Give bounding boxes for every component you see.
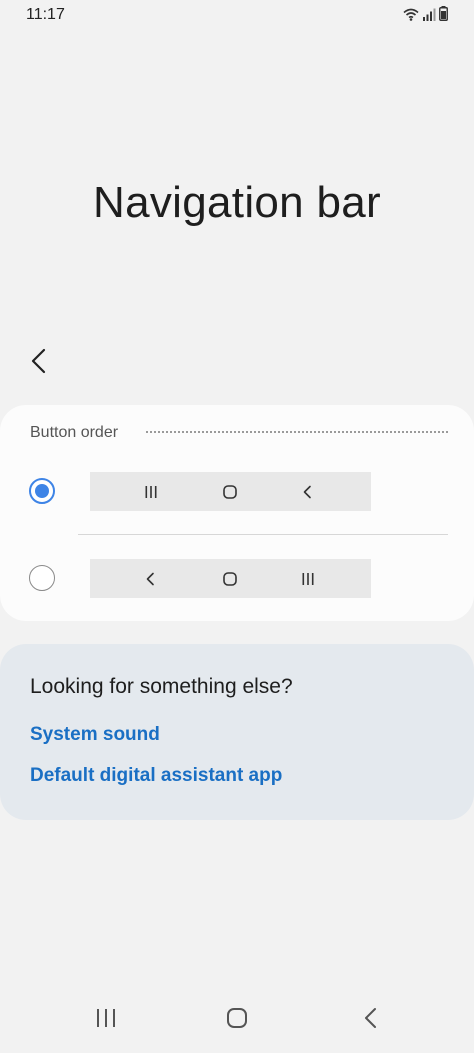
- wifi-icon: [403, 8, 419, 21]
- back-icon: [365, 1008, 376, 1028]
- button-order-card: Button order: [0, 405, 474, 621]
- system-nav-bar: [0, 993, 474, 1053]
- home-button[interactable]: [222, 1003, 252, 1033]
- back-nav-button[interactable]: [356, 1003, 386, 1033]
- status-time: 11:17: [26, 6, 65, 23]
- back-icon: [303, 485, 311, 499]
- battery-icon: [439, 6, 448, 21]
- section-divider: [146, 431, 448, 433]
- chevron-left-icon: [31, 348, 46, 374]
- signal-icon: [423, 8, 436, 21]
- radio-option-2[interactable]: [29, 565, 55, 591]
- home-icon: [223, 485, 237, 499]
- recents-icon: [145, 486, 157, 498]
- radio-selected-dot: [35, 484, 49, 498]
- button-order-preview-1[interactable]: [90, 472, 371, 511]
- radio-option-1[interactable]: [29, 478, 55, 504]
- suggestions-title: Looking for something else?: [30, 675, 293, 698]
- status-icons: [403, 6, 448, 21]
- recents-icon: [302, 573, 314, 585]
- back-icon: [146, 572, 154, 586]
- home-icon: [227, 1008, 247, 1028]
- system-sound-link[interactable]: System sound: [30, 724, 160, 746]
- screen: 11:17 Navigation bar Button order Lookin…: [0, 0, 474, 1053]
- home-icon: [223, 572, 237, 586]
- section-label: Button order: [30, 424, 119, 441]
- button-order-preview-2[interactable]: [90, 559, 371, 598]
- option-divider: [78, 534, 448, 535]
- recents-button[interactable]: [91, 1003, 121, 1033]
- recents-icon: [97, 1009, 115, 1027]
- suggestions-card: Looking for something else? System sound…: [0, 644, 474, 820]
- page-title: Navigation bar: [93, 178, 381, 227]
- back-button[interactable]: [26, 345, 54, 377]
- status-bar: 11:17: [0, 0, 474, 30]
- default-assistant-link[interactable]: Default digital assistant app: [30, 765, 282, 787]
